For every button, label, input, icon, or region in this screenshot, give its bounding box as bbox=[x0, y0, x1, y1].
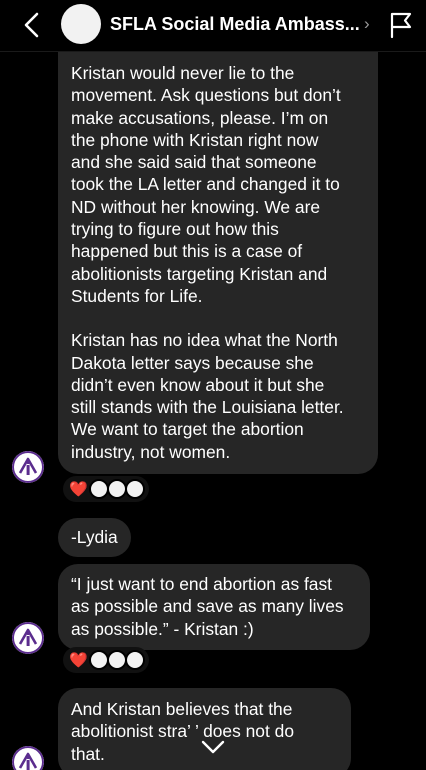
sender-avatar[interactable] bbox=[12, 622, 44, 654]
sfla-logo-icon bbox=[12, 622, 44, 654]
reactor-avatar bbox=[106, 479, 127, 499]
reactor-avatar bbox=[124, 650, 145, 670]
message-bubble[interactable]: “I just want to end abortion as fast as … bbox=[58, 564, 370, 650]
chevron-down-icon[interactable] bbox=[199, 738, 227, 756]
chat-header: SFLA Social Media Ambass... › bbox=[0, 0, 426, 52]
flag-icon[interactable] bbox=[388, 11, 414, 39]
reactor-avatar bbox=[124, 479, 145, 499]
reactor-avatar bbox=[88, 479, 109, 499]
message-bubble[interactable]: And Kristan believes that the abolitioni… bbox=[58, 688, 351, 770]
chevron-right-icon[interactable]: › bbox=[364, 14, 370, 34]
reactor-avatar bbox=[106, 650, 127, 670]
message-text: -Lydia bbox=[71, 527, 118, 547]
message-bubble[interactable]: -Lydia bbox=[58, 518, 131, 558]
sender-avatar[interactable] bbox=[12, 451, 44, 483]
reaction-bar[interactable]: ❤️ bbox=[63, 647, 149, 673]
reactor-avatar bbox=[88, 650, 109, 670]
back-arrow-icon[interactable] bbox=[18, 10, 46, 40]
message-bubble[interactable]: Kristan would never lie to the movement.… bbox=[58, 52, 378, 475]
heart-reaction-icon: ❤️ bbox=[69, 481, 88, 498]
chat-title[interactable]: SFLA Social Media Ambass... bbox=[110, 14, 360, 35]
message-text: “I just want to end abortion as fast as … bbox=[71, 574, 344, 639]
sender-avatar[interactable] bbox=[12, 746, 44, 770]
sfla-logo-icon bbox=[12, 746, 44, 770]
reaction-bar[interactable]: ❤️ bbox=[63, 476, 149, 502]
message-text: Kristan would never lie to the movement.… bbox=[71, 63, 341, 306]
message-text: Kristan has no idea what the North Dakot… bbox=[71, 330, 344, 462]
heart-reaction-icon: ❤️ bbox=[69, 652, 88, 669]
sfla-logo-icon bbox=[12, 451, 44, 483]
group-avatar[interactable] bbox=[61, 4, 101, 44]
